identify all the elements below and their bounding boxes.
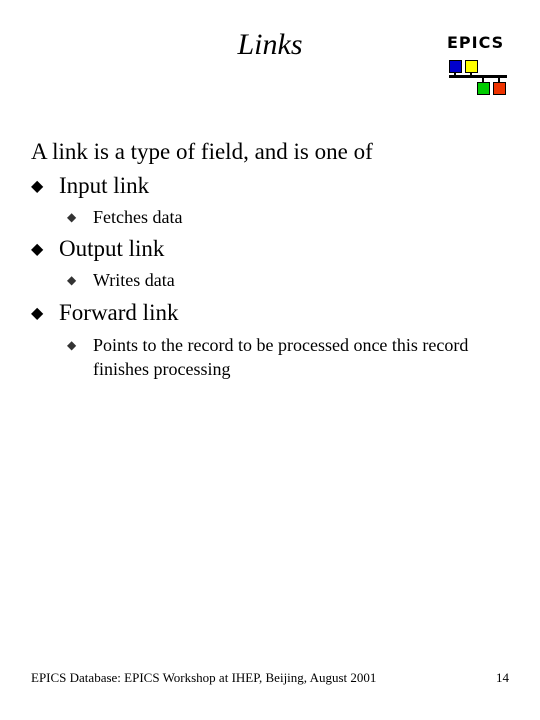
bullet-label: Forward link: [59, 300, 179, 325]
green-square-icon: [477, 82, 490, 95]
page-number: 14: [496, 670, 509, 685]
diamond-bullet-icon: ◆: [67, 210, 77, 224]
bullet-input-link: ◆ Input link: [31, 173, 149, 199]
bullet-label: Output link: [59, 236, 165, 261]
bullet-output-link: ◆ Output link: [31, 236, 164, 262]
sub-bullet-text: Points to the record to be processed onc…: [93, 335, 469, 379]
diamond-bullet-icon: ◆: [67, 273, 77, 287]
sub-bullet-text: Fetches data: [93, 207, 183, 227]
sub-bullet-text: Writes data: [93, 270, 175, 290]
diamond-bullet-icon: ◆: [31, 241, 44, 258]
footer-text: EPICS Database: EPICS Workshop at IHEP, …: [31, 670, 377, 685]
connector-line: [454, 72, 456, 76]
diamond-bullet-icon: ◆: [31, 305, 44, 322]
diamond-bullet-icon: ◆: [67, 338, 77, 352]
epics-logo: EPICS: [445, 33, 515, 98]
sub-bullet: ◆ Points to the record to be processed o…: [67, 333, 513, 381]
bullet-forward-link: ◆ Forward link: [31, 300, 178, 326]
diamond-bullet-icon: ◆: [31, 178, 44, 195]
red-square-icon: [493, 82, 506, 95]
intro-text: A link is a type of field, and is one of: [31, 139, 373, 164]
connector-line: [470, 72, 472, 76]
sub-bullet: ◆ Fetches data: [67, 205, 513, 229]
logo-text: EPICS: [447, 33, 505, 52]
sub-bullet: ◆ Writes data: [67, 268, 513, 292]
bullet-label: Input link: [59, 173, 150, 198]
